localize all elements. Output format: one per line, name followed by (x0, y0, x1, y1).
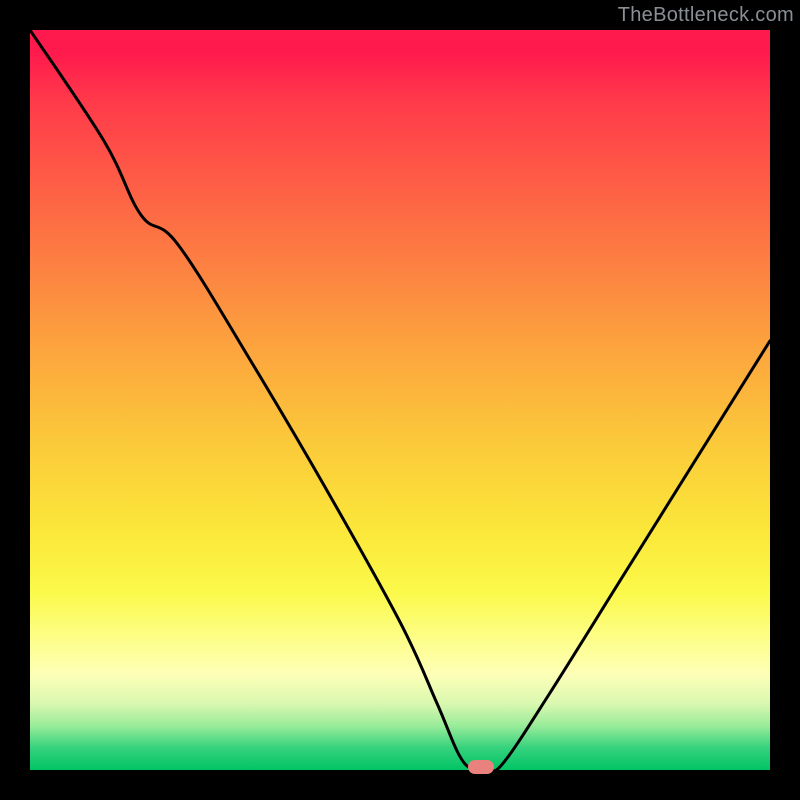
attribution-label: TheBottleneck.com (618, 4, 794, 27)
chart-frame: TheBottleneck.com (0, 0, 800, 800)
chart-plot-area (30, 30, 770, 770)
optimal-marker (468, 760, 494, 774)
